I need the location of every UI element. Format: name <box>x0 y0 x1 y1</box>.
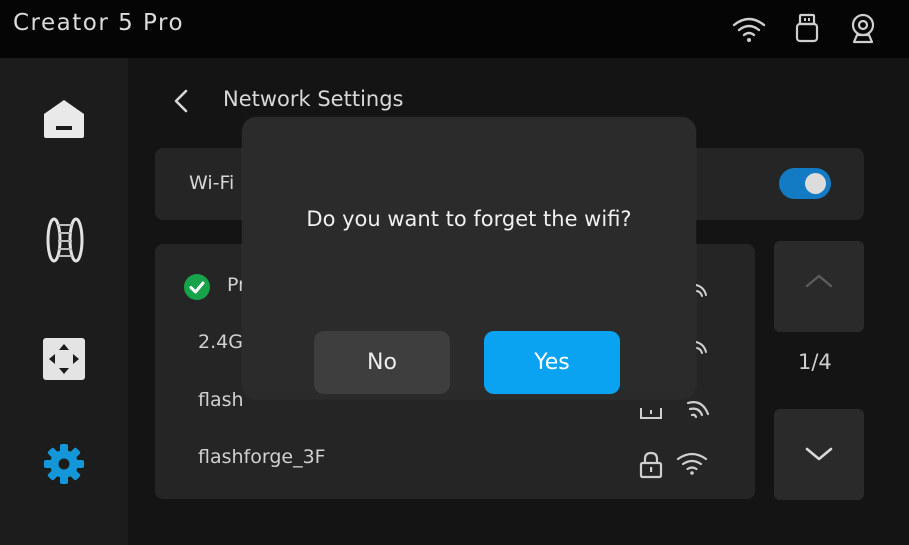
connected-check-icon <box>184 274 210 300</box>
webcam-icon[interactable] <box>849 13 877 45</box>
no-button[interactable]: No <box>314 331 450 394</box>
chevron-left-icon <box>174 89 188 113</box>
home-icon <box>44 100 84 138</box>
sidebar-item-settings[interactable] <box>42 442 90 490</box>
gear-icon <box>44 444 84 484</box>
wifi-icon[interactable] <box>731 15 767 43</box>
list-item[interactable]: flashforge_3F <box>170 440 740 484</box>
app-title: Creator 5 Pro <box>13 10 185 36</box>
wifi-signal-icon <box>676 452 708 475</box>
filament-spool-icon <box>46 217 84 263</box>
page-up-button[interactable] <box>774 241 864 332</box>
usb-icon[interactable] <box>795 13 819 43</box>
top-bar: Creator 5 Pro <box>0 0 909 59</box>
lock-icon <box>639 451 663 479</box>
page-down-button[interactable] <box>774 409 864 500</box>
sidebar-item-home[interactable] <box>42 96 90 144</box>
chevron-up-icon <box>805 274 833 288</box>
wifi-toggle-label: Wi-Fi <box>189 172 235 194</box>
toggle-knob <box>805 173 826 194</box>
lock-icon <box>640 408 662 419</box>
sidebar-item-filament[interactable] <box>46 215 94 263</box>
network-name: 2.4G <box>198 331 243 353</box>
sidebar-item-move[interactable] <box>43 338 91 386</box>
back-button[interactable] <box>170 87 194 115</box>
network-name: flash <box>198 389 244 411</box>
yes-button[interactable]: Yes <box>484 331 620 394</box>
forget-wifi-dialog: Do you want to forget the wifi? No Yes <box>242 117 696 399</box>
move-axes-icon <box>43 338 85 380</box>
sidebar <box>0 58 128 545</box>
dialog-message: Do you want to forget the wifi? <box>306 207 632 231</box>
wifi-toggle[interactable] <box>779 168 831 199</box>
wifi-signal-icon <box>686 401 710 419</box>
page-indicator: 1/4 <box>798 350 832 374</box>
page-title: Network Settings <box>223 87 404 111</box>
chevron-down-icon <box>805 447 833 461</box>
network-name: flashforge_3F <box>198 446 326 468</box>
